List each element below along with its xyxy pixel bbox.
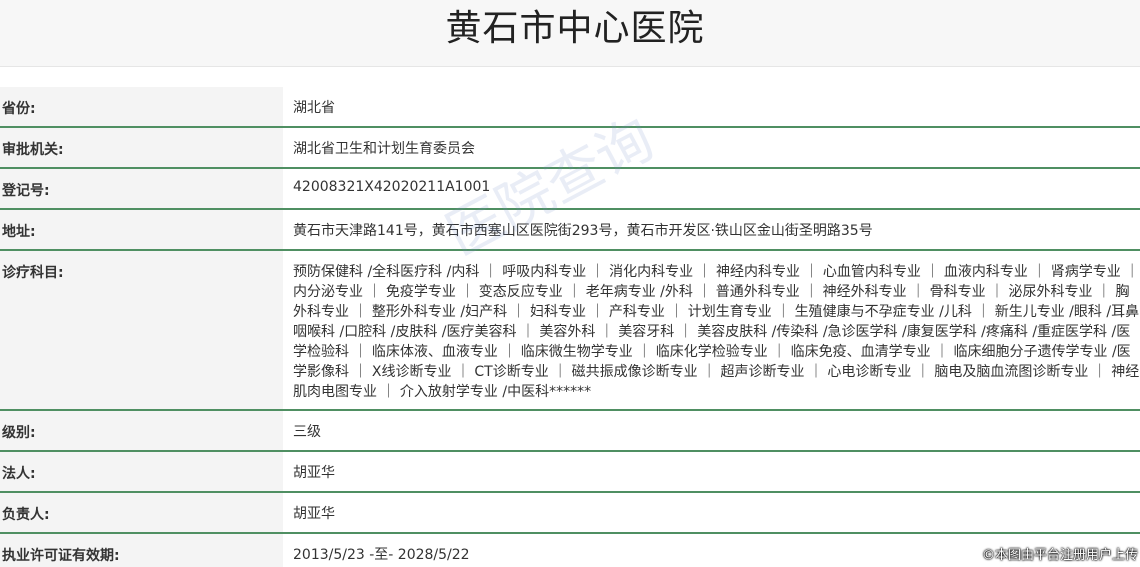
row-label: 审批机关: [0,128,283,167]
value-text: 黄石市天津路141号，黄石市西塞山区医院街293号，黄石市开发区·铁山区金山街圣… [293,223,873,239]
label-text: 地址: [2,224,36,240]
value-text: 42008321X42020211A1001 [293,179,491,195]
label-text: 审批机关: [2,142,64,158]
label-text: 登记号: [2,183,50,199]
value-text: 三级 [293,424,321,440]
row-value: 三级 [283,411,1140,450]
row-license-validity: 执业许可证有效期: 2013/5/23 -至- 2028/5/22 [0,534,1140,567]
row-value: 胡亚华 [283,493,1140,532]
row-label: 级别: [0,411,283,450]
value-text: 预防保健科 /全科医疗科 /内科 ｜ 呼吸内科专业 ｜ 消化内科专业 ｜ 神经内… [293,264,1140,400]
row-province: 省份: 湖北省 [0,87,1140,128]
row-label: 执业许可证有效期: [0,534,283,567]
label-text: 负责人: [2,507,50,523]
row-value: 黄石市天津路141号，黄石市西塞山区医院街293号，黄石市开发区·铁山区金山街圣… [283,210,1140,249]
value-text: 2013/5/23 -至- 2028/5/22 [293,547,470,563]
label-text: 诊疗科目: [2,265,64,281]
row-approval-authority: 审批机关: 湖北省卫生和计划生育委员会 [0,128,1140,169]
row-label: 登记号: [0,169,283,208]
label-text: 省份: [2,101,36,117]
row-label: 负责人: [0,493,283,532]
row-label: 诊疗科目: [0,251,283,409]
row-person-in-charge: 负责人: 胡亚华 [0,493,1140,534]
page-title: 黄石市中心医院 [445,8,705,49]
row-grade: 级别: 三级 [0,411,1140,452]
row-value: 湖北省卫生和计划生育委员会 [283,128,1140,167]
value-text: 湖北省 [293,100,335,116]
page-header: 黄石市中心医院 [0,0,1140,67]
row-value: 42008321X42020211A1001 [283,169,1140,208]
label-text: 级别: [2,425,36,441]
row-label: 法人: [0,452,283,491]
value-text: 湖北省卫生和计划生育委员会 [293,141,475,157]
label-text: 执业许可证有效期: [2,548,120,564]
row-address: 地址: 黄石市天津路141号，黄石市西塞山区医院街293号，黄石市开发区·铁山区… [0,210,1140,251]
upload-credit: ©本图由平台注册用户上传 [981,548,1138,563]
row-clinical-departments: 诊疗科目: 预防保健科 /全科医疗科 /内科 ｜ 呼吸内科专业 ｜ 消化内科专业… [0,251,1140,411]
row-label: 地址: [0,210,283,249]
row-legal-person: 法人: 胡亚华 [0,452,1140,493]
row-label: 省份: [0,87,283,126]
value-text: 胡亚华 [293,506,335,522]
row-value: 湖北省 [283,87,1140,126]
row-value: 预防保健科 /全科医疗科 /内科 ｜ 呼吸内科专业 ｜ 消化内科专业 ｜ 神经内… [283,251,1140,409]
value-text: 胡亚华 [293,465,335,481]
row-registration-number: 登记号: 42008321X42020211A1001 [0,169,1140,210]
label-text: 法人: [2,466,36,482]
row-value: 胡亚华 [283,452,1140,491]
